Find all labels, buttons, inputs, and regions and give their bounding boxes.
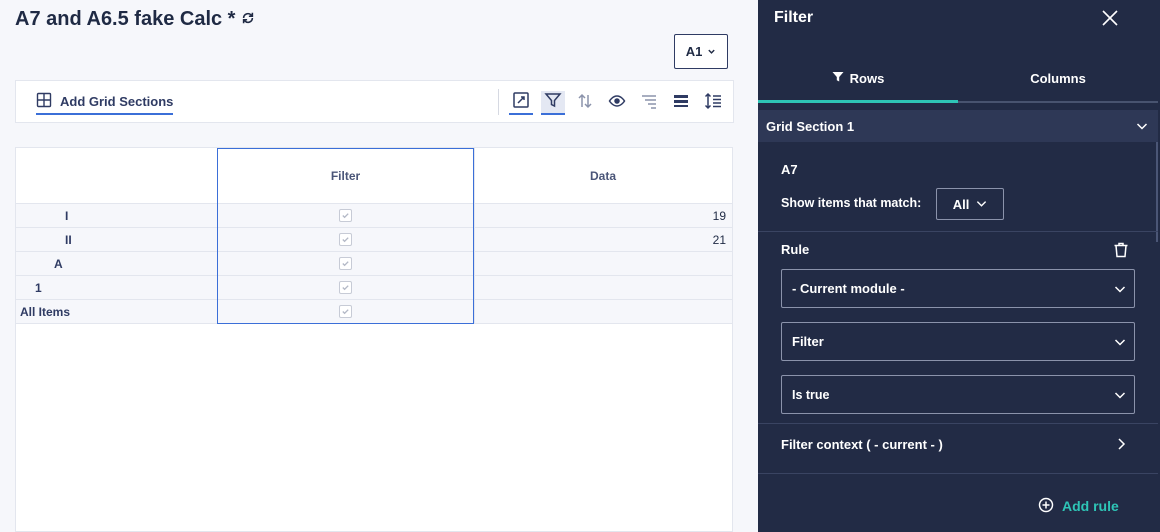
row-height-tool-button[interactable] [701,91,725,115]
row-label[interactable]: I [65,204,68,228]
filter-context-label: Filter context ( - current - ) [781,436,943,452]
pivot-tool-button[interactable] [509,91,533,115]
check-icon [341,255,350,273]
grid-toolbar: Add Grid Sections [15,80,734,123]
check-icon [341,207,350,225]
condition-select-value: Is true [792,387,830,402]
row-label[interactable]: All Items [20,300,70,324]
version-label: A1 [685,44,703,59]
check-icon [341,231,350,249]
grid-section-label: Grid Section 1 [766,118,855,134]
row-label[interactable]: 1 [35,276,42,300]
add-grid-sections-button[interactable]: Add Grid Sections [36,91,174,115]
line-height-icon [704,92,722,115]
row-checkbox[interactable] [339,281,352,294]
filter-icon [544,91,562,114]
filter-icon [832,71,844,86]
chevron-down-icon [1114,389,1126,401]
tab-rows-label: Rows [849,70,885,86]
close-icon [1100,10,1120,32]
row-value[interactable]: 21 [713,228,726,252]
rows-icon [672,92,690,115]
row-checkbox[interactable] [339,257,352,270]
toolbar-divider [498,89,499,115]
add-rule-button[interactable]: Add rule [1038,496,1119,516]
grid-section-accordion[interactable]: Grid Section 1 [758,110,1158,142]
version-selector-button[interactable]: A1 [674,34,728,69]
row-checkbox[interactable] [339,209,352,222]
section-divider [758,231,1158,232]
rule-label: Rule [781,242,810,257]
data-grid: Filter Data I 19 II 21 A 1 All Items [15,147,733,532]
page-title: A7 and A6.5 fake Calc * [15,8,255,31]
match-select[interactable]: All [936,188,1004,220]
column-divider [474,148,475,324]
row-checkbox[interactable] [339,233,352,246]
chevron-right-icon [1115,437,1127,451]
refresh-icon[interactable] [241,8,255,31]
panel-scrollbar[interactable] [1156,142,1158,242]
delete-rule-button[interactable] [1113,242,1129,258]
section-divider [758,423,1158,424]
pivot-icon [512,91,530,114]
table-row: A [16,252,732,276]
dimension-label: A7 [781,162,798,177]
chevron-down-icon [1114,283,1126,295]
filter-panel-title: Filter [774,9,814,26]
table-row: All Items [16,300,732,324]
chevron-down-icon [1136,120,1148,132]
add-rule-label: Add rule [1062,498,1119,514]
chevron-down-icon [707,44,716,59]
check-icon [341,279,350,297]
indent-icon [640,92,658,115]
tab-columns[interactable]: Columns [958,56,1158,101]
close-panel-button[interactable] [1100,8,1120,28]
module-select[interactable]: - Current module - [781,269,1135,308]
table-row: I 19 [16,204,732,228]
page-title-text: A7 and A6.5 fake Calc * [15,8,236,30]
column-header-data[interactable]: Data [474,148,732,204]
column-header-filter[interactable]: Filter [217,148,474,204]
row-value[interactable]: 19 [713,204,726,228]
line-item-select[interactable]: Filter [781,322,1135,361]
plus-circle-icon [1038,497,1054,516]
main-pane: A7 and A6.5 fake Calc * A1 Add Grid Sect [0,0,758,532]
condition-select[interactable]: Is true [781,375,1135,414]
table-row: II 21 [16,228,732,252]
row-style-tool-button[interactable] [669,91,693,115]
eye-icon [608,92,626,115]
row-label[interactable]: II [65,228,72,252]
column-header-corner [16,148,217,204]
filter-context-row[interactable]: Filter context ( - current - ) [781,434,1135,454]
add-grid-sections-label: Add Grid Sections [60,93,174,109]
match-select-value: All [952,196,970,212]
row-checkbox[interactable] [339,305,352,318]
filter-tool-button[interactable] [541,91,565,115]
chevron-down-icon [1114,336,1126,348]
match-label: Show items that match: [781,196,922,210]
show-hide-tool-button[interactable] [605,91,629,115]
chevron-down-icon [976,197,987,212]
check-icon [341,303,350,321]
line-item-select-value: Filter [792,334,824,349]
grid-header: Filter Data [16,148,732,204]
row-label[interactable]: A [54,252,63,276]
tab-columns-label: Columns [1030,71,1086,86]
sort-icon [576,92,594,115]
module-select-value: - Current module - [792,281,905,296]
grid-icon [36,92,52,111]
sort-tool-button[interactable] [573,91,597,115]
indent-tool-button[interactable] [637,91,661,115]
section-divider [758,473,1158,474]
tab-rows[interactable]: Rows [758,56,958,103]
trash-icon [1113,242,1129,262]
filter-tabs: Rows Columns [758,56,1158,103]
table-row: 1 [16,276,732,300]
filter-panel: Filter Rows Columns Grid Section 1 A7 Sh… [758,0,1160,532]
